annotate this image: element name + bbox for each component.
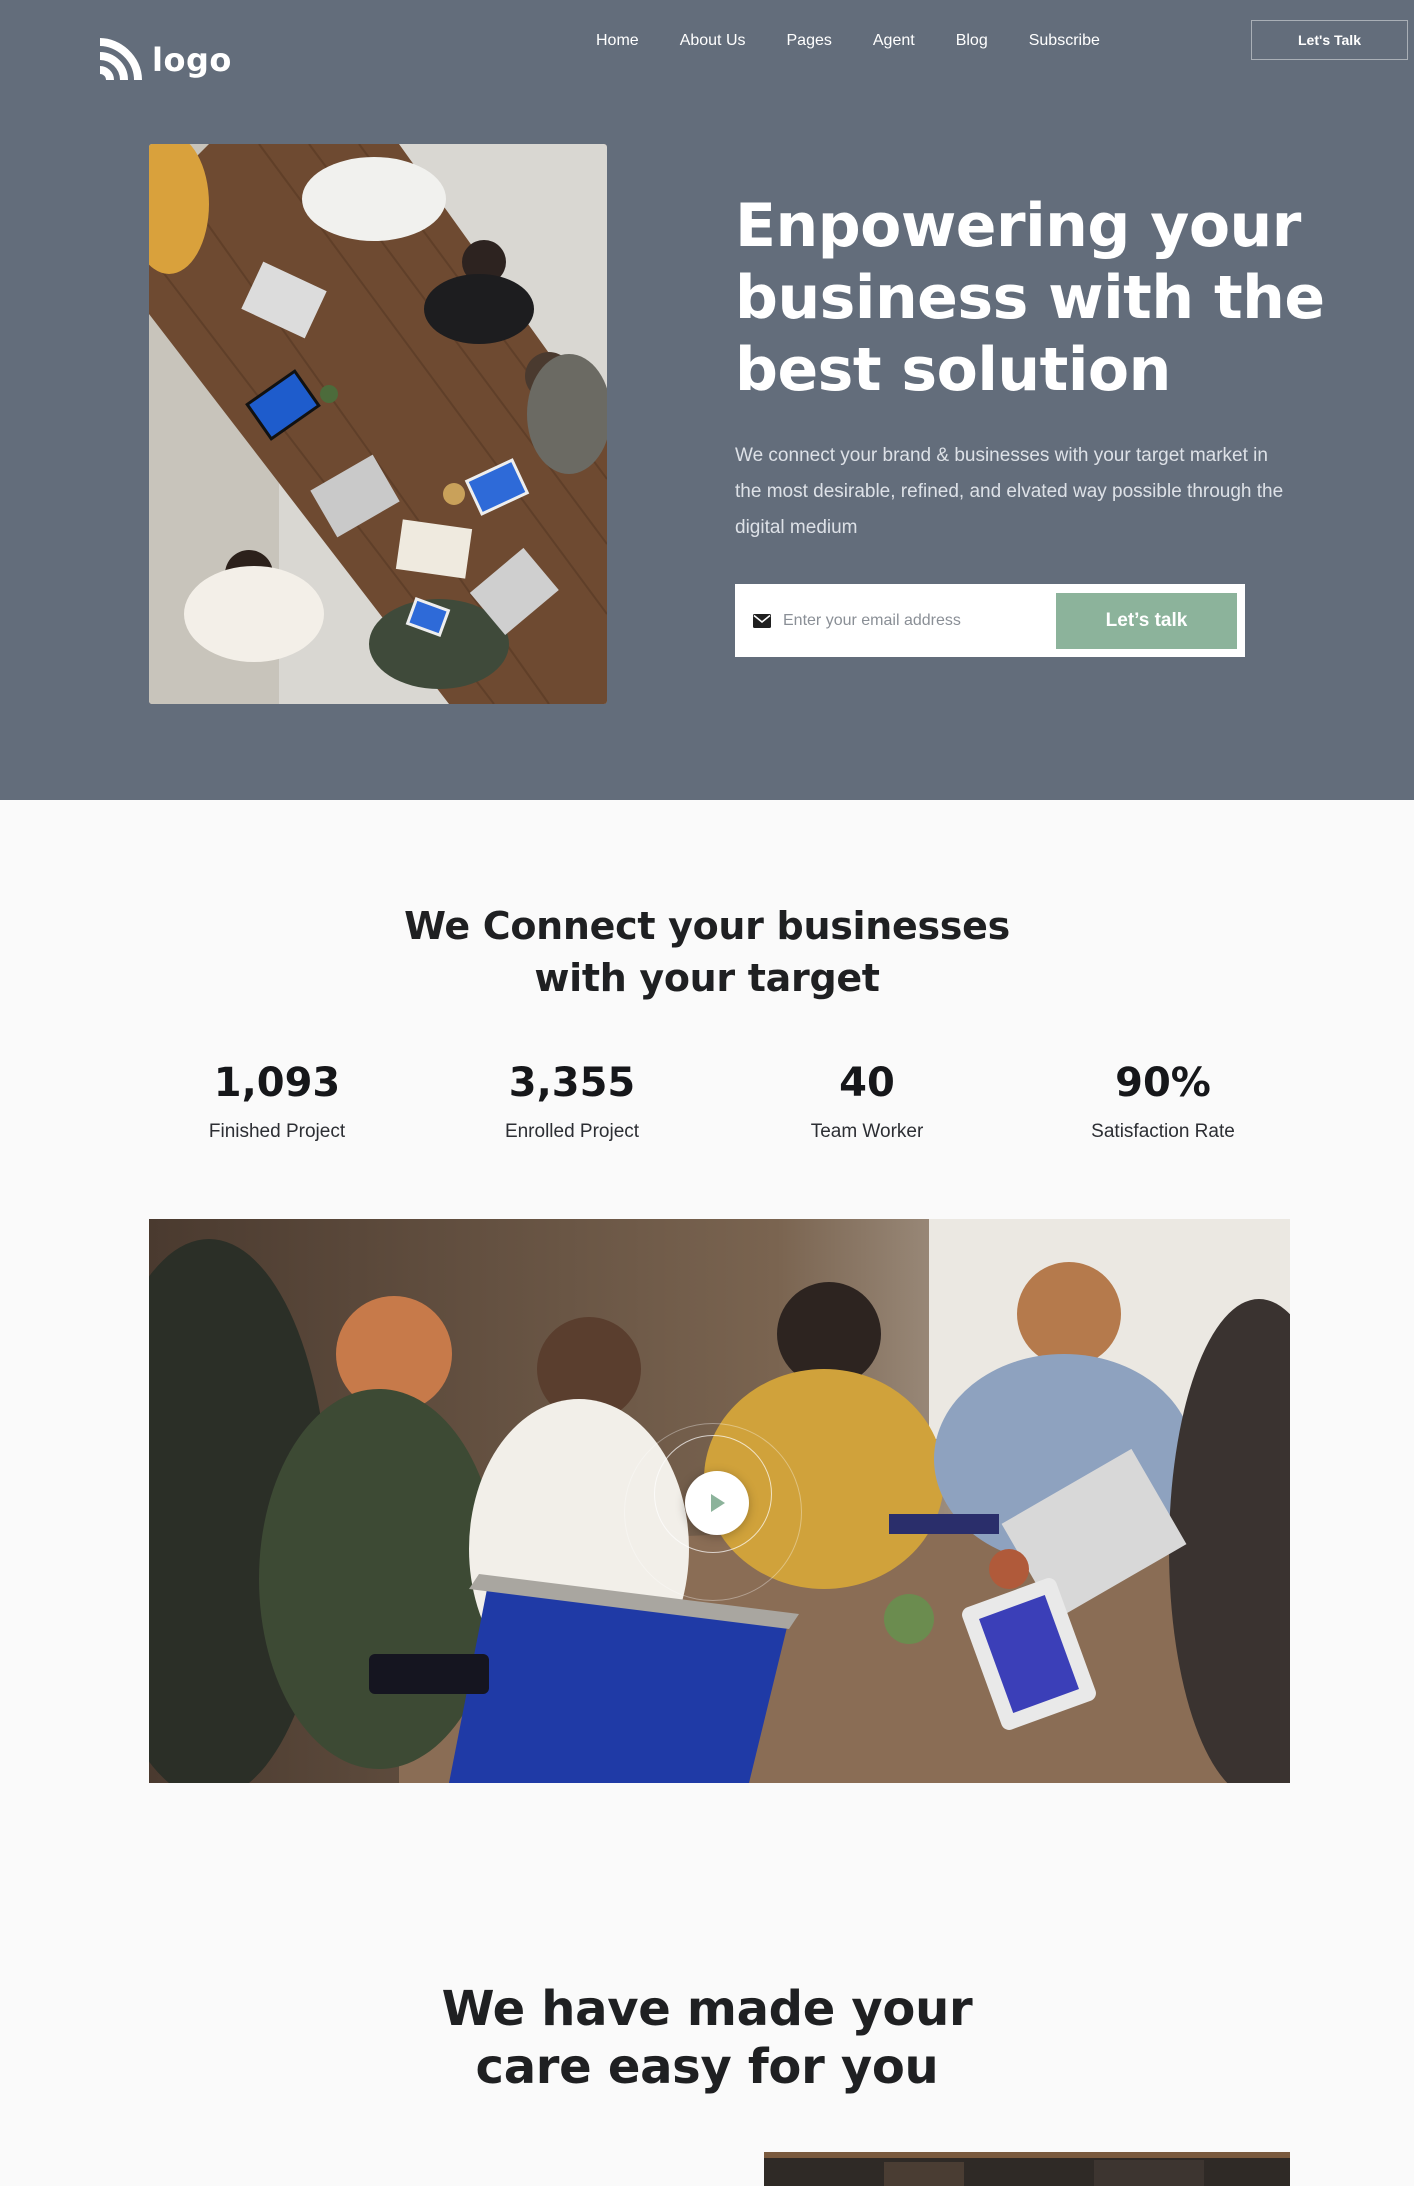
stat-value: 90% — [1115, 1060, 1211, 1106]
connect-title-line1: We Connect your businesses — [404, 904, 1010, 948]
hero-title: Enpowering your business with the best s… — [735, 191, 1325, 405]
stat-team-worker: 40 Team Worker — [737, 1055, 997, 1143]
nav-agent[interactable]: Agent — [873, 28, 915, 54]
nav-about-us[interactable]: About Us — [680, 28, 746, 54]
care-section-title: We have made your care easy for you — [0, 1980, 1414, 2096]
connect-title-line2: with your target — [534, 956, 880, 1000]
lets-talk-header-button[interactable]: Let's Talk — [1251, 20, 1408, 60]
stat-label: Finished Project — [208, 1121, 346, 1142]
hero-section: logo Home About Us Pages Agent Blog Subs… — [0, 0, 1414, 800]
lets-talk-submit-button[interactable]: Let’s talk — [1056, 592, 1237, 649]
hero-subtitle: We connect your brand & businesses with … — [735, 445, 1284, 538]
stat-value: 40 — [839, 1060, 895, 1106]
email-signup-form: Let’s talk — [735, 584, 1245, 657]
nav-blog[interactable]: Blog — [956, 28, 988, 54]
care-title-line2: care easy for you — [475, 2039, 939, 2095]
play-button[interactable] — [685, 1471, 749, 1535]
envelope-icon — [753, 613, 771, 628]
connect-section-title: We Connect your businesses with your tar… — [0, 900, 1414, 1004]
play-icon — [711, 1494, 725, 1512]
stat-label: Enrolled Project — [504, 1121, 640, 1142]
stat-enrolled-project: 3,355 Enrolled Project — [442, 1055, 702, 1143]
stat-finished-project: 1,093 Finished Project — [147, 1055, 407, 1143]
hero-meeting-photo — [149, 144, 607, 704]
care-photo-image — [764, 2152, 1290, 2186]
logo-text: logo — [152, 41, 232, 79]
main-nav: Home About Us Pages Agent Blog Subscribe — [596, 28, 1100, 54]
stat-value: 3,355 — [508, 1060, 636, 1106]
care-title-line1: We have made your — [441, 1981, 973, 2037]
nav-home[interactable]: Home — [596, 28, 639, 54]
logo-icon — [99, 38, 142, 81]
email-input[interactable] — [783, 584, 1056, 657]
stat-label: Satisfaction Rate — [1091, 1121, 1235, 1142]
stat-value: 1,093 — [213, 1060, 341, 1106]
nav-pages[interactable]: Pages — [787, 28, 832, 54]
meeting-table-photo — [149, 144, 607, 704]
care-section-photo — [764, 2152, 1290, 2186]
video-play-control — [624, 1423, 812, 1601]
logo[interactable]: logo — [98, 38, 232, 82]
stat-label: Team Worker — [810, 1121, 924, 1142]
stat-satisfaction-rate: 90% Satisfaction Rate — [1033, 1055, 1293, 1143]
nav-subscribe[interactable]: Subscribe — [1029, 28, 1100, 54]
